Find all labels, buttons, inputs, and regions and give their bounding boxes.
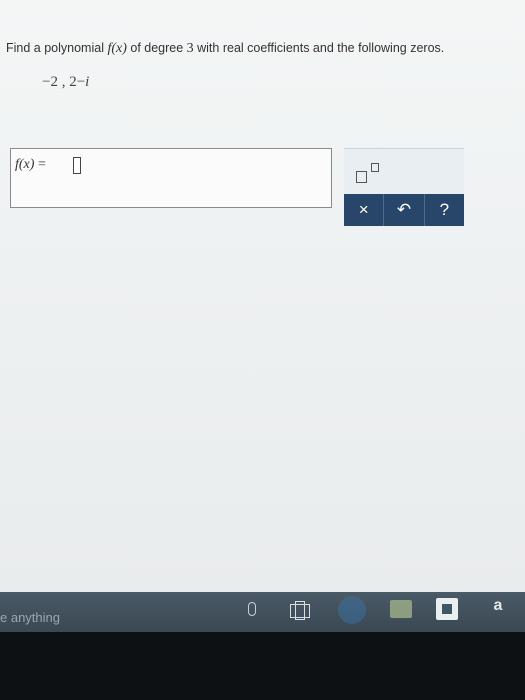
windows-taskbar: e anything a [0,592,525,632]
clear-button[interactable]: × [344,194,383,226]
question-prefix: Find a polynomial [6,41,108,55]
question-suffix: with real coefficients and the following… [193,41,445,55]
monitor-bezel [0,632,525,700]
question-middle: of degree [126,41,187,55]
taskbar-search-box[interactable]: e anything [0,610,60,625]
question-degree: 3 [186,41,194,56]
amazon-icon[interactable]: a [484,594,512,618]
palette-action-bar: × ↶ ? [344,194,464,226]
math-palette [344,148,464,195]
store-icon[interactable] [436,598,458,620]
task-view-icon[interactable] [290,601,310,620]
exponent-superscript-icon [371,163,379,172]
exponent-button[interactable] [354,159,384,185]
undo-button[interactable]: ↶ [383,194,423,226]
question-text: Find a polynomial f(x) of degree 3 with … [6,40,516,57]
answer-function-name: f(x) [15,157,35,172]
edge-icon[interactable] [338,596,366,624]
answer-input-slot[interactable] [73,157,81,174]
exponent-base-icon [356,171,367,183]
question-function: f(x) [107,41,127,56]
zeros-real-part: −2 , 2− [42,74,86,90]
zeros-list: −2 , 2−i [42,74,89,91]
microphone-icon[interactable] [248,602,256,616]
zeros-imaginary-unit: i [85,74,90,90]
answer-equals: = [34,157,46,172]
help-button[interactable]: ? [423,194,464,226]
page: Find a polynomial f(x) of degree 3 with … [0,0,525,592]
answer-label: f(x) = [15,157,46,173]
file-explorer-icon[interactable] [390,600,412,618]
answer-input-box[interactable]: f(x) = [10,148,332,208]
